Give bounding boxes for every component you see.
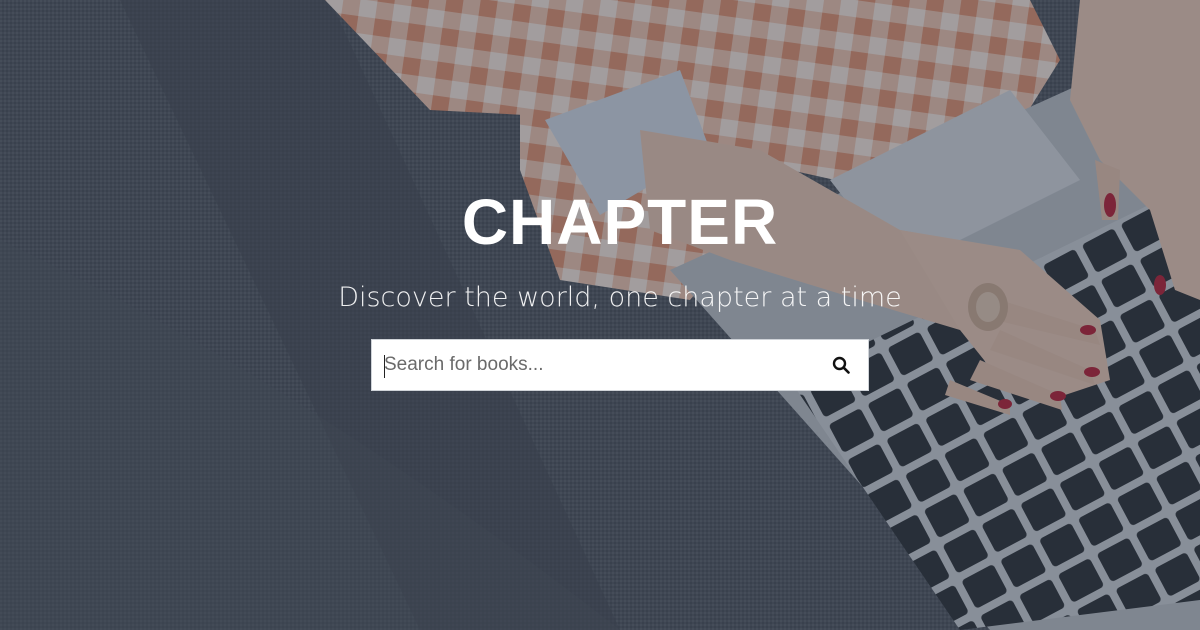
site-title: CHAPTER	[461, 186, 779, 258]
text-cursor	[384, 355, 385, 378]
search-input[interactable]	[372, 340, 816, 390]
search-bar	[371, 339, 869, 391]
site-tagline: Discover the world, one chapter at a tim…	[338, 282, 902, 313]
search-icon	[832, 356, 850, 374]
hero-section: CHAPTER Discover the world, one chapter …	[0, 0, 1200, 630]
search-button[interactable]	[816, 340, 866, 390]
